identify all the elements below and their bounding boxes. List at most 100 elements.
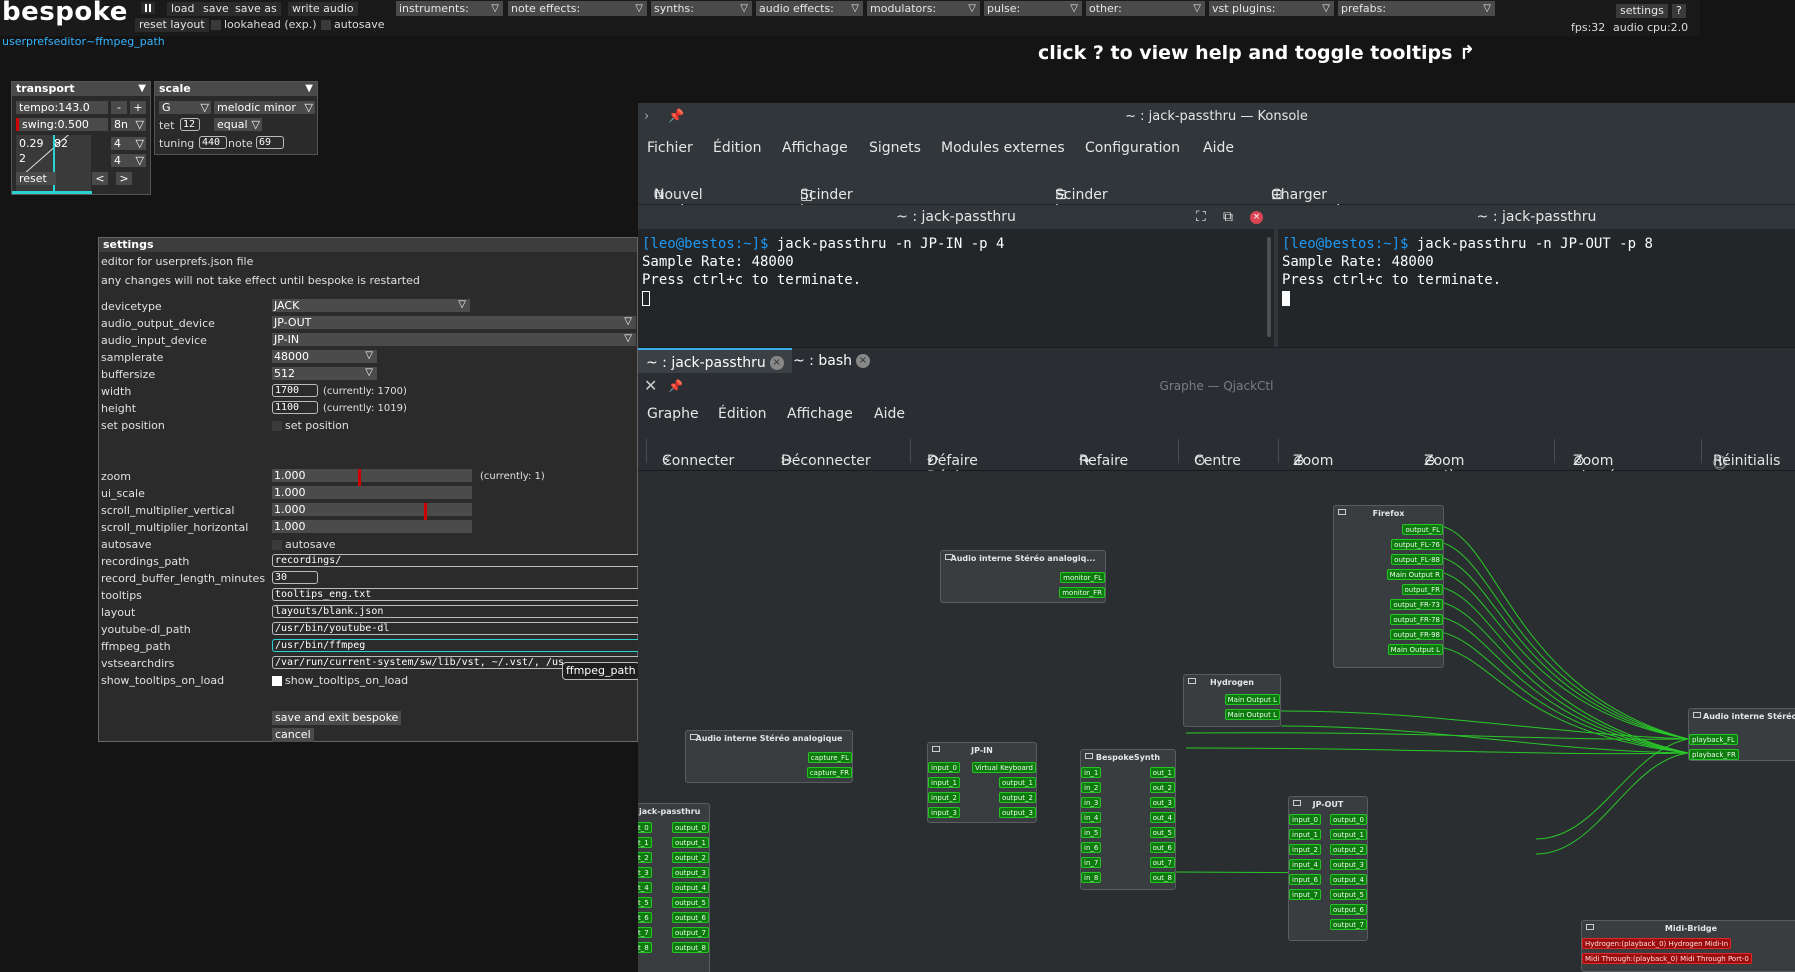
port[interactable]: out_3 <box>1149 797 1175 808</box>
transport-title[interactable]: transport ▼ <box>12 82 150 96</box>
port[interactable]: t_3 <box>638 867 652 878</box>
vst-plugins-dropdown[interactable]: vst plugins: ▽ <box>1209 1 1334 16</box>
menu-affichage[interactable]: Affichage <box>787 406 853 422</box>
left-pane-scrollbar[interactable] <box>1264 229 1274 347</box>
port[interactable]: in_2 <box>1081 782 1102 793</box>
port[interactable]: Main Output L <box>1224 709 1280 720</box>
port[interactable]: output_7 <box>1329 919 1367 930</box>
port[interactable]: out_7 <box>1149 857 1175 868</box>
note-input[interactable]: 69 <box>256 136 284 149</box>
scroll-horizontal-slider[interactable]: 1.000 <box>272 520 472 533</box>
port[interactable]: t_4 <box>638 882 652 893</box>
port[interactable]: Main Output L <box>1224 694 1280 705</box>
menu-edition[interactable]: Édition <box>718 406 766 422</box>
pin-icon[interactable]: 📌 <box>668 103 684 131</box>
save-as-button[interactable]: save as <box>231 2 281 16</box>
tempo-slider[interactable]: tempo:143.0 <box>16 101 108 114</box>
konsole-titlebar[interactable]: › 📌 ~ : jack-passthru — Konsole <box>638 103 1795 131</box>
port[interactable]: output_1 <box>998 777 1036 788</box>
show-tooltips-box[interactable] <box>272 676 282 686</box>
tempo-decrease-button[interactable]: - <box>111 101 127 114</box>
prev-button[interactable]: < <box>92 172 108 185</box>
autosave-setting-box[interactable] <box>272 540 282 550</box>
ffmpeg-input[interactable]: /usr/bin/ffmpeg <box>272 639 639 652</box>
port[interactable]: monitor_FL <box>1060 572 1105 583</box>
port[interactable]: out_1 <box>1149 767 1175 778</box>
port[interactable]: input_4 <box>1289 859 1321 870</box>
pulse-dropdown[interactable]: pulse: ▽ <box>984 1 1082 16</box>
port[interactable]: t_6 <box>638 912 652 923</box>
show-tooltips-checkbox[interactable]: show_tooltips_on_load <box>272 674 408 687</box>
port[interactable]: in_3 <box>1081 797 1102 808</box>
port[interactable]: output_FR-78 <box>1390 614 1443 625</box>
node-midi-bridge[interactable]: Midi-Bridge Hydrogen:(playback_0) Hydrog… <box>1581 920 1795 972</box>
app-menu-icon[interactable]: ✕ <box>644 373 657 399</box>
port[interactable]: output_1 <box>1329 829 1367 840</box>
node-firefox[interactable]: Firefox output_FL output_FL-76 output_FL… <box>1333 505 1444 668</box>
port[interactable]: t_2 <box>638 852 652 863</box>
tab-jack-passthru[interactable]: ~ : jack-passthru × <box>638 348 792 374</box>
port[interactable]: in_8 <box>1081 872 1102 883</box>
port[interactable]: output_3 <box>1329 859 1367 870</box>
port[interactable]: output_4 <box>1329 874 1367 885</box>
menu-configuration[interactable]: Configuration <box>1085 140 1180 156</box>
menu-aide[interactable]: Aide <box>874 406 905 422</box>
port[interactable]: t_5 <box>638 897 652 908</box>
port[interactable]: t_8 <box>638 942 652 953</box>
ui-scale-slider[interactable]: 1.000 <box>272 486 472 499</box>
close-tab-icon[interactable]: × <box>769 356 784 370</box>
port[interactable]: Main Output R <box>1386 569 1443 580</box>
pin-icon[interactable]: 📌 <box>668 373 683 399</box>
scale-mode-dropdown[interactable]: melodic minor ▽ <box>214 101 315 114</box>
node-jp-out[interactable]: JP-OUT input_0 input_1 input_2 input_4 i… <box>1288 796 1368 941</box>
node-capture[interactable]: Audio interne Stéréo analogique capture_… <box>685 730 853 783</box>
tab-bash[interactable]: ~ : bash × <box>785 348 878 374</box>
port[interactable]: output_1 <box>671 837 709 848</box>
port[interactable]: out_5 <box>1149 827 1175 838</box>
pause-icon[interactable] <box>141 2 155 14</box>
port[interactable]: input_1 <box>928 777 960 788</box>
graph-canvas[interactable]: Firefox output_FL output_FL-76 output_FL… <box>638 471 1795 972</box>
port[interactable]: output_4 <box>671 882 709 893</box>
port[interactable]: output_0 <box>671 822 709 833</box>
chevron-right-icon[interactable]: › <box>644 103 649 131</box>
port[interactable]: output_2 <box>998 792 1036 803</box>
port[interactable]: input_2 <box>928 792 960 803</box>
port[interactable]: in_6 <box>1081 842 1102 853</box>
tempo-increase-button[interactable]: + <box>130 101 146 114</box>
port[interactable]: output_5 <box>1329 889 1367 900</box>
height-input[interactable]: 1100 <box>272 401 318 414</box>
recordings-path-input[interactable]: recordings/ <box>272 554 639 567</box>
port[interactable]: input_2 <box>1289 844 1321 855</box>
port[interactable]: in_7 <box>1081 857 1102 868</box>
port[interactable]: capture_FL <box>807 752 852 763</box>
port[interactable]: output_FR-98 <box>1390 629 1443 640</box>
settings-title[interactable]: settings <box>99 238 637 252</box>
lookahead-checkbox[interactable]: lookahead (exp.) <box>211 18 317 31</box>
settings-button[interactable]: settings <box>1616 4 1668 18</box>
prefabs-dropdown[interactable]: prefabs: ▽ <box>1338 1 1495 16</box>
port[interactable]: input_0 <box>928 762 960 773</box>
node-jp-in[interactable]: JP-IN input_0 input_1 input_2 input_3 Vi… <box>927 742 1037 823</box>
menu-signets[interactable]: Signets <box>869 140 921 156</box>
youtube-dl-input[interactable]: /usr/bin/youtube-dl <box>272 622 639 635</box>
audio-input-dropdown[interactable]: JP-IN ▽ <box>272 333 636 346</box>
port[interactable]: out_2 <box>1149 782 1175 793</box>
right-terminal[interactable]: [leo@bestos:~]$ jack-passthru -n JP-OUT … <box>1278 229 1795 347</box>
set-position-box[interactable] <box>272 421 282 431</box>
port[interactable]: capture_FR <box>806 767 852 778</box>
port[interactable]: output_FR <box>1401 584 1443 595</box>
port[interactable]: output_0 <box>1329 814 1367 825</box>
reset-layout-button[interactable]: reset layout <box>135 18 209 32</box>
port[interactable]: in_1 <box>1081 767 1102 778</box>
node-hydrogen[interactable]: Hydrogen Main Output L Main Output L <box>1183 674 1281 727</box>
node-monitor[interactable]: Audio interne Stéréo analogiq... monitor… <box>940 550 1106 603</box>
node-jack-passthru[interactable]: jack-passthru t_0 t_1 t_2 t_3 t_4 t_5 t_… <box>638 803 710 972</box>
port[interactable]: output_FL-88 <box>1391 554 1443 565</box>
maximize-icon[interactable]: ⛶ <box>1196 205 1206 229</box>
help-button[interactable]: ? <box>1672 4 1686 18</box>
save-and-exit-button[interactable]: save and exit bespoke <box>272 711 402 725</box>
port[interactable]: output_6 <box>671 912 709 923</box>
port[interactable]: t_0 <box>638 822 652 833</box>
note-effects-dropdown[interactable]: note effects: ▽ <box>508 1 647 16</box>
